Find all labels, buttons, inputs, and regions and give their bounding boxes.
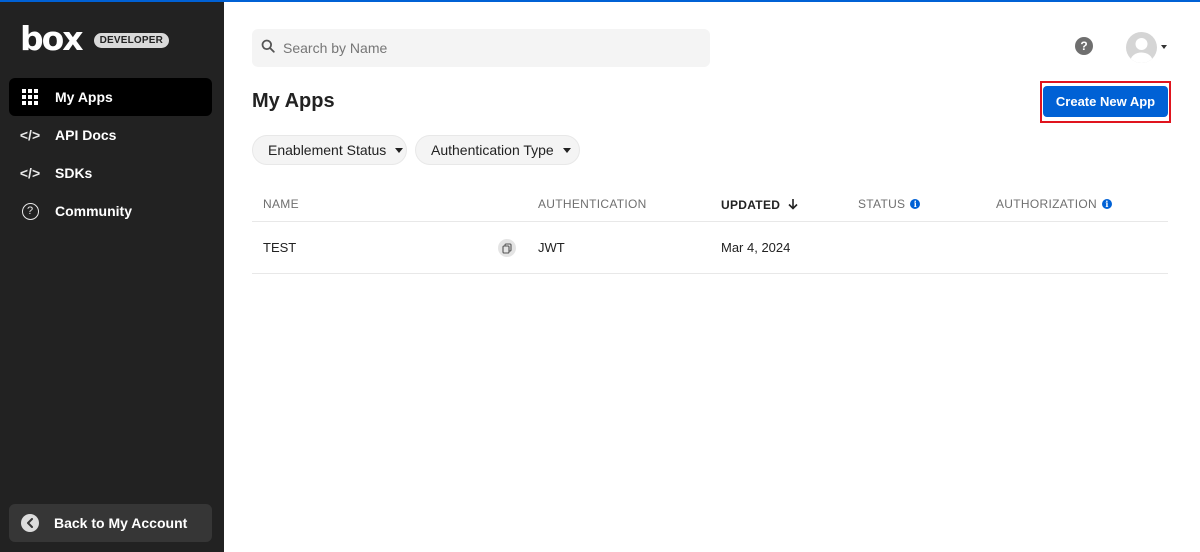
brand[interactable]: box DEVELOPER (20, 19, 170, 58)
back-label: Back to My Account (54, 515, 188, 531)
column-header-name[interactable]: NAME (263, 197, 299, 211)
sidebar-item-my-apps[interactable]: My Apps (9, 78, 212, 116)
column-header-authorization[interactable]: AUTHORIZATION i (996, 197, 1113, 211)
create-new-app-button[interactable]: Create New App (1043, 86, 1168, 117)
chevron-left-icon (21, 514, 39, 532)
top-accent-line (0, 0, 1200, 2)
cell-name[interactable]: TEST (263, 240, 296, 255)
search-icon (261, 39, 275, 58)
developer-badge: DEVELOPER (93, 32, 170, 48)
chevron-down-icon[interactable] (1161, 45, 1167, 49)
box-logo: box (20, 19, 84, 58)
filter-label: Enablement Status (268, 142, 387, 158)
back-to-account-button[interactable]: Back to My Account (9, 504, 212, 542)
sidebar-item-label: SDKs (55, 165, 93, 181)
search-input[interactable] (283, 40, 683, 56)
column-header-updated[interactable]: UPDATED (721, 197, 798, 213)
sidebar-item-sdks[interactable]: </> SDKs (9, 154, 212, 192)
question-icon: ? (20, 201, 40, 221)
caret-down-icon (562, 147, 571, 153)
copy-icon[interactable] (498, 239, 516, 257)
filter-label: Authentication Type (431, 142, 554, 158)
code-icon: </> (19, 165, 41, 181)
sidebar-nav: My Apps </> API Docs </> SDKs ? Communit… (9, 78, 212, 230)
page-title: My Apps (252, 90, 335, 112)
header-divider (252, 221, 1168, 222)
sidebar-item-label: My Apps (55, 89, 113, 105)
info-icon[interactable]: i (1102, 199, 1113, 209)
help-icon[interactable]: ? (1075, 37, 1093, 55)
column-header-authentication[interactable]: AUTHENTICATION (538, 197, 647, 211)
sidebar-item-community[interactable]: ? Community (9, 192, 212, 230)
grid-icon (20, 87, 40, 107)
cell-updated: Mar 4, 2024 (721, 240, 791, 255)
cell-authentication: JWT (538, 240, 565, 255)
info-icon[interactable]: i (910, 199, 921, 209)
column-header-status[interactable]: STATUS i (858, 197, 921, 211)
sidebar-item-api-docs[interactable]: </> API Docs (9, 116, 212, 154)
sort-arrow-down-icon (788, 197, 798, 213)
avatar[interactable] (1126, 32, 1157, 63)
sidebar-item-label: Community (55, 203, 132, 219)
sidebar: box DEVELOPER My Apps </> API Docs </> S… (0, 0, 224, 552)
filter-enablement-status[interactable]: Enablement Status (252, 135, 407, 165)
user-icon (1130, 38, 1153, 63)
sidebar-item-label: API Docs (55, 127, 117, 143)
search-bar (252, 29, 710, 67)
caret-down-icon (395, 147, 404, 153)
row-divider (252, 273, 1168, 274)
filter-authentication-type[interactable]: Authentication Type (415, 135, 580, 165)
code-icon: </> (19, 127, 41, 143)
